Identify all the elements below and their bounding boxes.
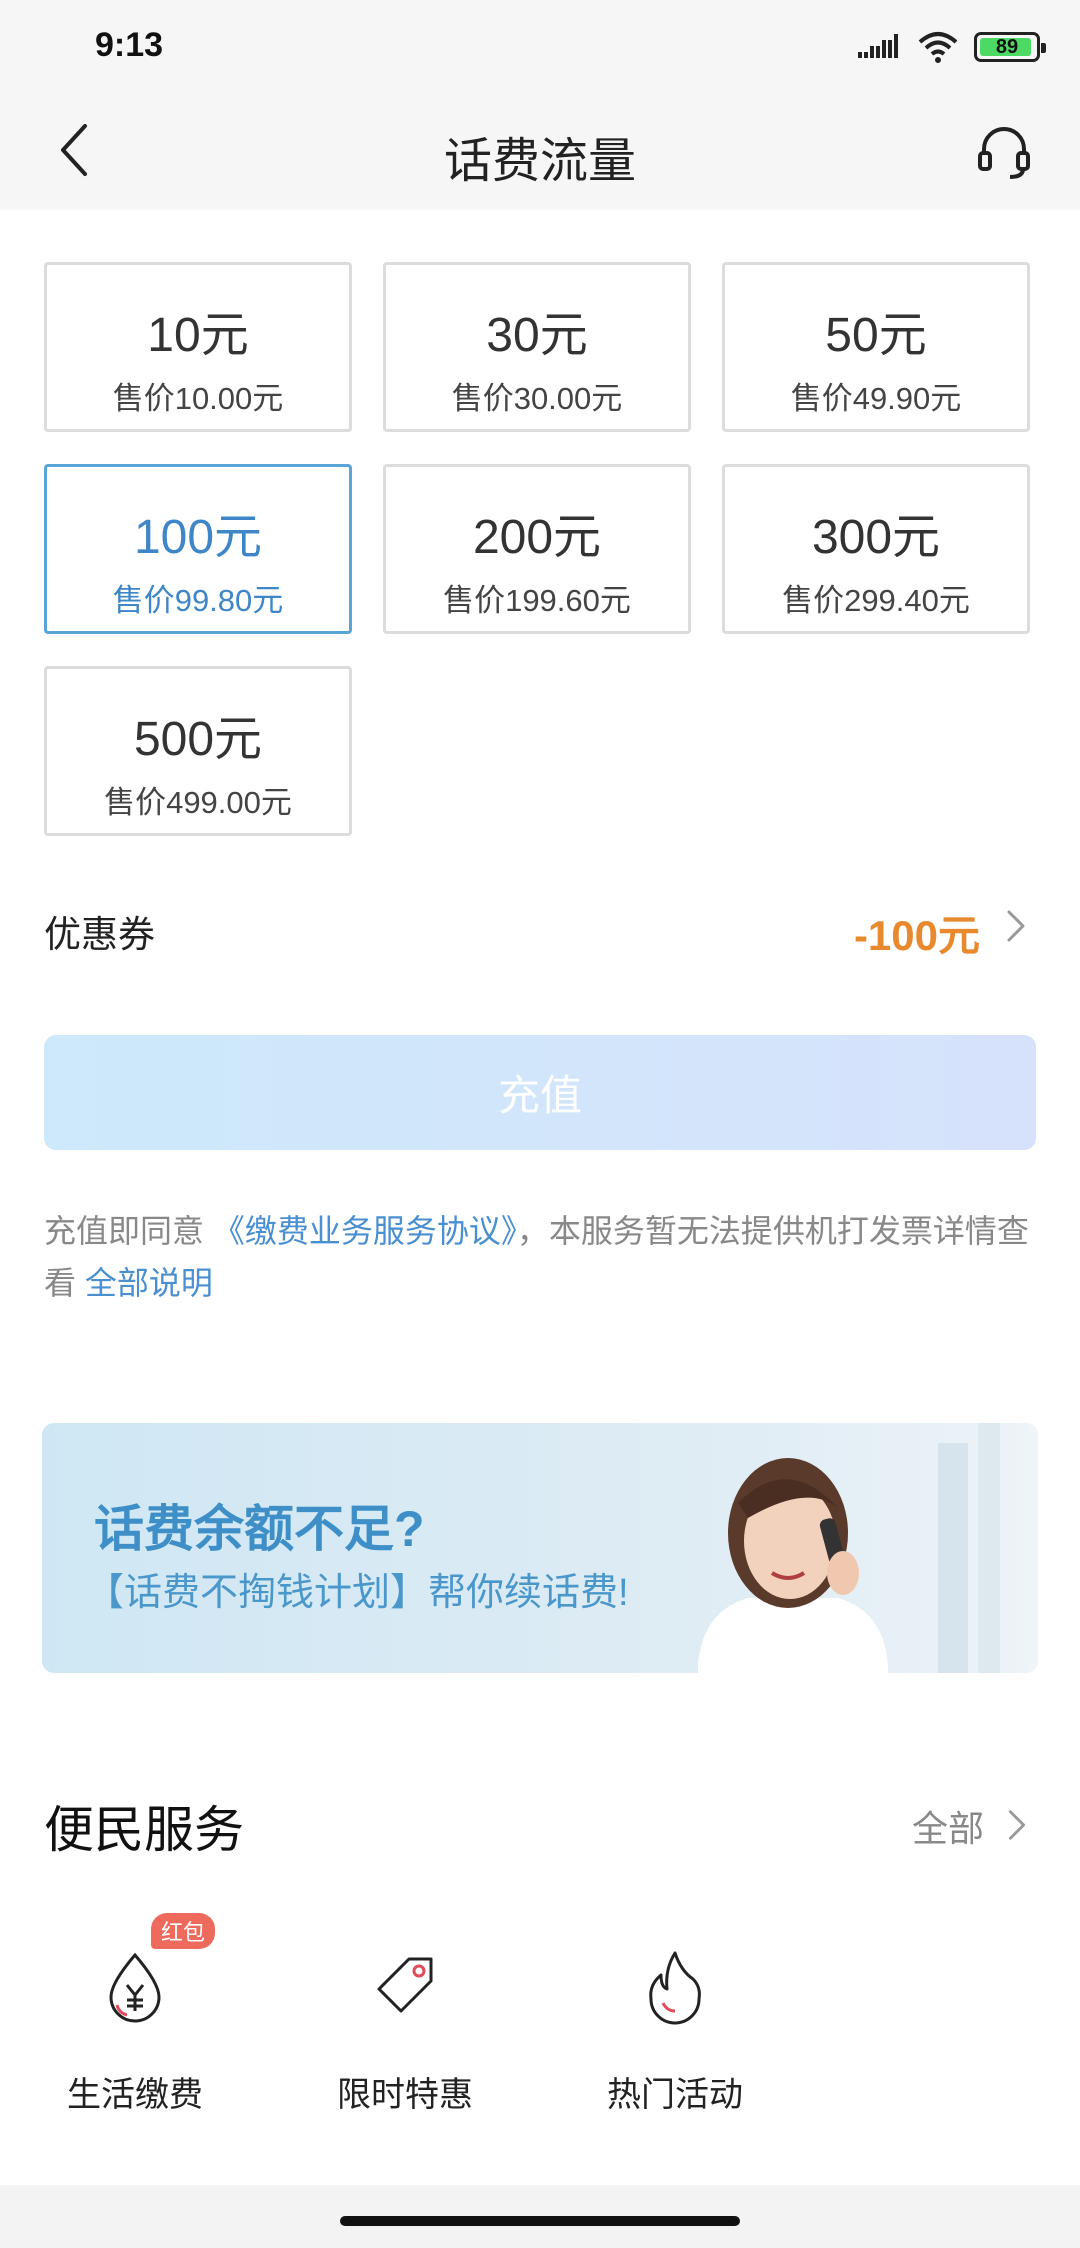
signal-icon [858, 34, 898, 58]
amount-option-50[interactable]: 50元 售价49.90元 [722, 262, 1030, 432]
amount-option-300[interactable]: 300元 售价299.40元 [722, 464, 1030, 634]
banner-title: 话费余额不足? [94, 1501, 425, 1557]
amount-value: 200元 [472, 511, 602, 564]
page-title: 话费流量 [443, 135, 636, 188]
home-indicator[interactable] [340, 2216, 740, 2226]
battery-icon: 89 [974, 32, 1046, 62]
promo-banner[interactable]: 话费余额不足? 【话费不掏钱计划】帮你续话费! [42, 1423, 1038, 1673]
service-icon-wrap: 红包 [95, 1913, 216, 2025]
service-label: 生活缴费 [67, 2076, 203, 2114]
amount-price: 售价199.60元 [443, 583, 631, 618]
amount-option-200[interactable]: 200元 售价199.60元 [383, 464, 691, 634]
wifi-icon [918, 32, 958, 63]
amount-option-100[interactable]: 100元 售价99.80元 [44, 464, 352, 634]
customer-service-button[interactable] [968, 115, 1040, 187]
agreement-text: 充值即同意 《缴费业务服务协议》，本服务暂无法提供机打发票详情查看 全部说明 [44, 1205, 1036, 1309]
services-all-link[interactable]: 全部 [912, 1800, 984, 1852]
amount-value: 10元 [147, 309, 249, 362]
price-tag-icon [377, 1957, 433, 2013]
amount-option-10[interactable]: 10元 售价10.00元 [44, 262, 352, 432]
amount-option-500[interactable]: 500元 售价499.00元 [44, 666, 352, 836]
coupon-label: 优惠券 [44, 914, 155, 955]
amount-value: 500元 [133, 713, 263, 766]
service-icon-wrap [365, 1945, 445, 2025]
banner-subtitle: 【话费不掏钱计划】帮你续话费! [86, 1572, 629, 1614]
service-item-living-payment[interactable]: 红包 生活缴费 [25, 1913, 245, 2116]
amount-option-30[interactable]: 30元 售价30.00元 [383, 262, 691, 432]
agreement-prefix: 充值即同意 [44, 1213, 205, 1249]
recharge-button-label: 充值 [497, 1072, 582, 1119]
amount-price: 售价10.00元 [112, 381, 284, 416]
service-item-hot-events[interactable]: 热门活动 [565, 1945, 785, 2116]
amount-price: 售价49.90元 [790, 381, 962, 416]
chevron-right-icon[interactable] [998, 1806, 1036, 1844]
full-description-link[interactable]: 全部说明 [85, 1265, 213, 1301]
status-time: 9:13 [95, 26, 164, 64]
amount-price: 售价299.40元 [782, 583, 970, 618]
coupon-value: -100元 [853, 912, 980, 959]
amount-price: 售价499.00元 [104, 785, 292, 820]
recharge-button[interactable]: 充值 [44, 1035, 1036, 1150]
coupon-row[interactable]: 优惠券 -100元 [44, 890, 1036, 970]
red-packet-badge: 红包 [151, 1913, 216, 1949]
amount-value: 100元 [133, 511, 263, 564]
service-label: 限时特惠 [337, 2076, 473, 2114]
amount-price: 售价99.80元 [112, 583, 284, 618]
status-bar: 9:13 89 [0, 0, 1080, 95]
amount-value: 300元 [811, 511, 941, 564]
woman-on-phone-illustration [638, 1423, 1038, 1673]
headset-icon [978, 127, 1030, 179]
service-icon-wrap [635, 1945, 715, 2025]
service-label: 热门活动 [607, 2076, 743, 2114]
yuan-drop-icon [109, 1952, 161, 2023]
flame-icon [649, 1951, 701, 2025]
services-title: 便民服务 [44, 1802, 244, 1858]
amount-value: 30元 [486, 309, 588, 362]
chevron-right-icon [1007, 910, 1025, 942]
status-icons: 89 [856, 30, 1046, 64]
battery-level: 89 [995, 35, 1019, 58]
service-agreement-link[interactable]: 《缴费业务服务协议》 [213, 1213, 517, 1249]
amount-value: 50元 [825, 309, 927, 362]
amount-price: 售价30.00元 [451, 381, 623, 416]
service-item-limited-offer[interactable]: 限时特惠 [295, 1945, 515, 2116]
header: 话费流量 [0, 95, 1080, 210]
